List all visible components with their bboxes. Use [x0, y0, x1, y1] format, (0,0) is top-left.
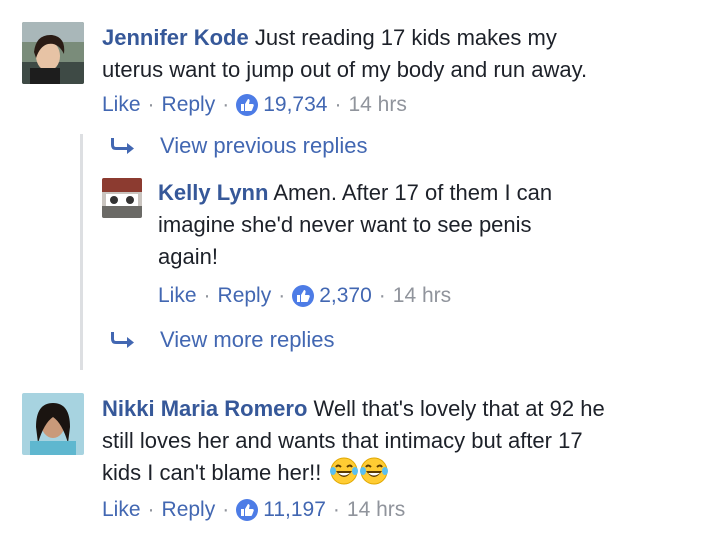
like-link[interactable]: Like	[102, 496, 141, 524]
comment-body: Nikki Maria Romero Well that's lovely th…	[102, 393, 692, 489]
view-more-replies[interactable]: View more replies	[110, 325, 334, 355]
comment-text: kids I can't blame her!!	[102, 460, 322, 485]
reaction-count[interactable]: 2,370	[319, 282, 372, 310]
thumbs-up-icon[interactable]	[236, 499, 259, 521]
view-more-label[interactable]: View more replies	[160, 325, 334, 355]
avatar[interactable]	[102, 178, 142, 218]
separator: ·	[147, 93, 155, 116]
reaction-count[interactable]: 19,734	[263, 91, 327, 119]
separator: ·	[278, 284, 286, 307]
reaction-count[interactable]: 11,197	[263, 496, 326, 524]
comment-text: again!	[158, 244, 218, 269]
separator: ·	[222, 498, 230, 521]
reply-link[interactable]: Reply	[218, 282, 272, 310]
laughing-tears-emoji-icon	[359, 457, 388, 485]
view-previous-replies[interactable]: View previous replies	[110, 131, 367, 161]
separator: ·	[147, 498, 155, 521]
comment-text: uterus want to jump out of my body and r…	[102, 57, 588, 82]
laughing-tears-emoji-icon	[329, 457, 358, 485]
comment-actions: Like · Reply · 2,370 · 14 hrs	[158, 282, 451, 310]
timestamp[interactable]: 14 hrs	[348, 91, 406, 119]
avatar[interactable]	[22, 393, 84, 455]
separator: ·	[203, 284, 211, 307]
comment-text: still loves her and wants that intimacy …	[102, 428, 583, 453]
reply-arrow-icon	[111, 332, 134, 348]
comment-text: imagine she'd never want to see penis	[158, 212, 532, 237]
timestamp[interactable]: 14 hrs	[347, 496, 405, 524]
comment-text: Amen. After 17 of them I can	[273, 180, 553, 205]
reply-arrow-icon	[111, 138, 134, 154]
thread-line	[80, 134, 83, 370]
author-name[interactable]: Jennifer Kode	[102, 25, 249, 50]
comment-actions: Like · Reply · 11,197 · 14 hrs	[102, 496, 405, 524]
comment-text: Well that's lovely that at 92 he	[313, 396, 605, 421]
thumbs-up-icon[interactable]	[236, 94, 259, 116]
separator: ·	[378, 284, 386, 307]
separator: ·	[222, 93, 230, 116]
avatar[interactable]	[22, 22, 84, 84]
separator: ·	[334, 93, 342, 116]
author-name[interactable]: Nikki Maria Romero	[102, 396, 307, 421]
timestamp[interactable]: 14 hrs	[393, 282, 451, 310]
separator: ·	[332, 498, 340, 521]
like-link[interactable]: Like	[102, 91, 141, 119]
like-link[interactable]: Like	[158, 282, 197, 310]
comment-text: Just reading 17 kids makes my	[254, 25, 557, 50]
author-name[interactable]: Kelly Lynn	[158, 180, 268, 205]
comment-body: Kelly Lynn Amen. After 17 of them I can …	[158, 177, 678, 273]
reply-link[interactable]: Reply	[162, 496, 216, 524]
view-previous-label[interactable]: View previous replies	[160, 131, 367, 161]
comment-body: Jennifer Kode Just reading 17 kids makes…	[102, 22, 692, 86]
reply-link[interactable]: Reply	[162, 91, 216, 119]
thumbs-up-icon[interactable]	[292, 285, 315, 307]
comment-actions: Like · Reply · 19,734 · 14 hrs	[102, 91, 407, 119]
